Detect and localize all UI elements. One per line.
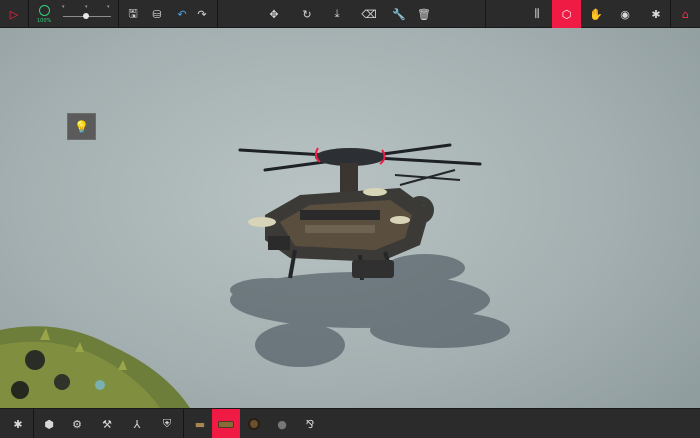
category-armour-button[interactable]: ⛨: [153, 409, 181, 438]
camera-icon: ◉: [620, 7, 630, 21]
erase-tool-button[interactable]: ⌫: [358, 0, 380, 28]
translate-tool-button[interactable]: ✥: [263, 0, 285, 28]
modify-tool-button[interactable]: 🔧: [388, 0, 410, 28]
category-basic-button[interactable]: ⬢: [35, 409, 63, 438]
gear-icon: ✱: [13, 417, 23, 431]
cube-icon: ⬡: [561, 7, 572, 21]
toolbar-divider: [28, 0, 29, 28]
bar-stats-icon: ⫼: [534, 7, 540, 20]
toolbar-divider: [118, 0, 119, 28]
grabber-icon: ⅋: [305, 417, 315, 431]
home-icon: ⌂: [682, 7, 689, 21]
wrench-icon: 🔧: [392, 7, 406, 21]
toolbar-divider: [217, 0, 218, 28]
load-icon: ⛁: [152, 7, 162, 21]
block-wheel-button[interactable]: [240, 409, 268, 438]
block-bar: ✱ ⬢ ⚙ ⚒ ⅄ ⛨ ▬ ● ⅋: [0, 408, 700, 438]
center-view-button[interactable]: ⤓: [326, 0, 348, 28]
build-viewport[interactable]: [0, 28, 700, 408]
grassy-terrain: [0, 326, 190, 408]
save-icon: 🖫: [128, 6, 138, 20]
redo-icon: ↷: [197, 7, 207, 21]
shield-icon: ⛨: [162, 417, 172, 430]
block-wooden-block-button[interactable]: ▬: [186, 409, 214, 438]
log-icon: [218, 420, 234, 428]
time-scale-slider-knob[interactable]: [83, 13, 89, 19]
load-button[interactable]: ⛁: [146, 0, 168, 28]
gears-icon: ⚙: [72, 417, 82, 431]
undo-icon: ↶: [177, 7, 187, 21]
lightbulb-icon: 💡: [74, 119, 89, 134]
category-settings-button[interactable]: ✱: [4, 409, 32, 438]
eraser-icon: ⌫: [361, 7, 377, 21]
rotate-icon: ↻: [302, 7, 312, 21]
slider-tick: ▾: [85, 4, 88, 10]
clear-machine-button[interactable]: 🗑: [413, 0, 435, 28]
top-toolbar: ▷ 100% ▾ ▾ ▾ 🖫 ⛁ ↶ ↷ ✥ ↻ ⤓ ⌫ 🔧 🗑 ⫼ ⬡ ✋ ◉…: [0, 0, 700, 28]
wooden-block-icon: ▬: [194, 417, 206, 431]
cube-icon: ⬢: [44, 417, 54, 431]
clock-icon: [39, 5, 50, 16]
bomb-icon: ●: [277, 417, 287, 431]
undo-button[interactable]: ↶: [171, 0, 193, 28]
wheel-icon: [248, 418, 260, 430]
camera-mode-button[interactable]: ◉: [614, 0, 636, 28]
block-grabber-button[interactable]: ⅋: [296, 409, 324, 438]
toolbar-divider: [670, 0, 671, 28]
toolbar-divider: [183, 409, 184, 438]
main-menu-button[interactable]: ⌂: [673, 0, 698, 28]
grab-mode-button[interactable]: ✋: [585, 0, 607, 28]
time-scale-control[interactable]: 100% ▾ ▾ ▾: [31, 0, 115, 28]
block-log-button[interactable]: [212, 409, 240, 438]
time-scale-label: 100%: [37, 18, 52, 24]
settings-button[interactable]: ✱: [645, 0, 667, 28]
toolbar-divider: [485, 0, 486, 28]
category-mechanical-button[interactable]: ⚙: [63, 409, 91, 438]
trash-icon: 🗑: [417, 7, 431, 21]
move-arrows-icon: ✥: [269, 7, 279, 21]
play-simulation-button[interactable]: ▷: [0, 0, 28, 28]
category-propulsion-button[interactable]: ⅄: [123, 409, 151, 438]
hand-icon: ✋: [589, 7, 603, 21]
save-button[interactable]: 🖫: [122, 0, 144, 28]
light-toggle-button[interactable]: 💡: [67, 113, 96, 140]
slider-tick: ▾: [107, 4, 110, 10]
category-tools-button[interactable]: ⚒: [93, 409, 121, 438]
gear-icon: ✱: [651, 7, 661, 21]
tools-icon: ⚒: [102, 417, 112, 431]
build-mode-button[interactable]: ⬡: [552, 0, 581, 28]
propeller-icon: ⅄: [133, 417, 141, 431]
center-icon: ⤓: [334, 7, 340, 20]
statistics-button[interactable]: ⫼: [526, 0, 548, 28]
play-icon: ▷: [9, 7, 19, 21]
rotate-tool-button[interactable]: ↻: [296, 0, 318, 28]
slider-tick: ▾: [62, 4, 65, 10]
toolbar-divider: [33, 409, 34, 438]
block-bomb-button[interactable]: ●: [268, 409, 296, 438]
redo-button[interactable]: ↷: [191, 0, 213, 28]
